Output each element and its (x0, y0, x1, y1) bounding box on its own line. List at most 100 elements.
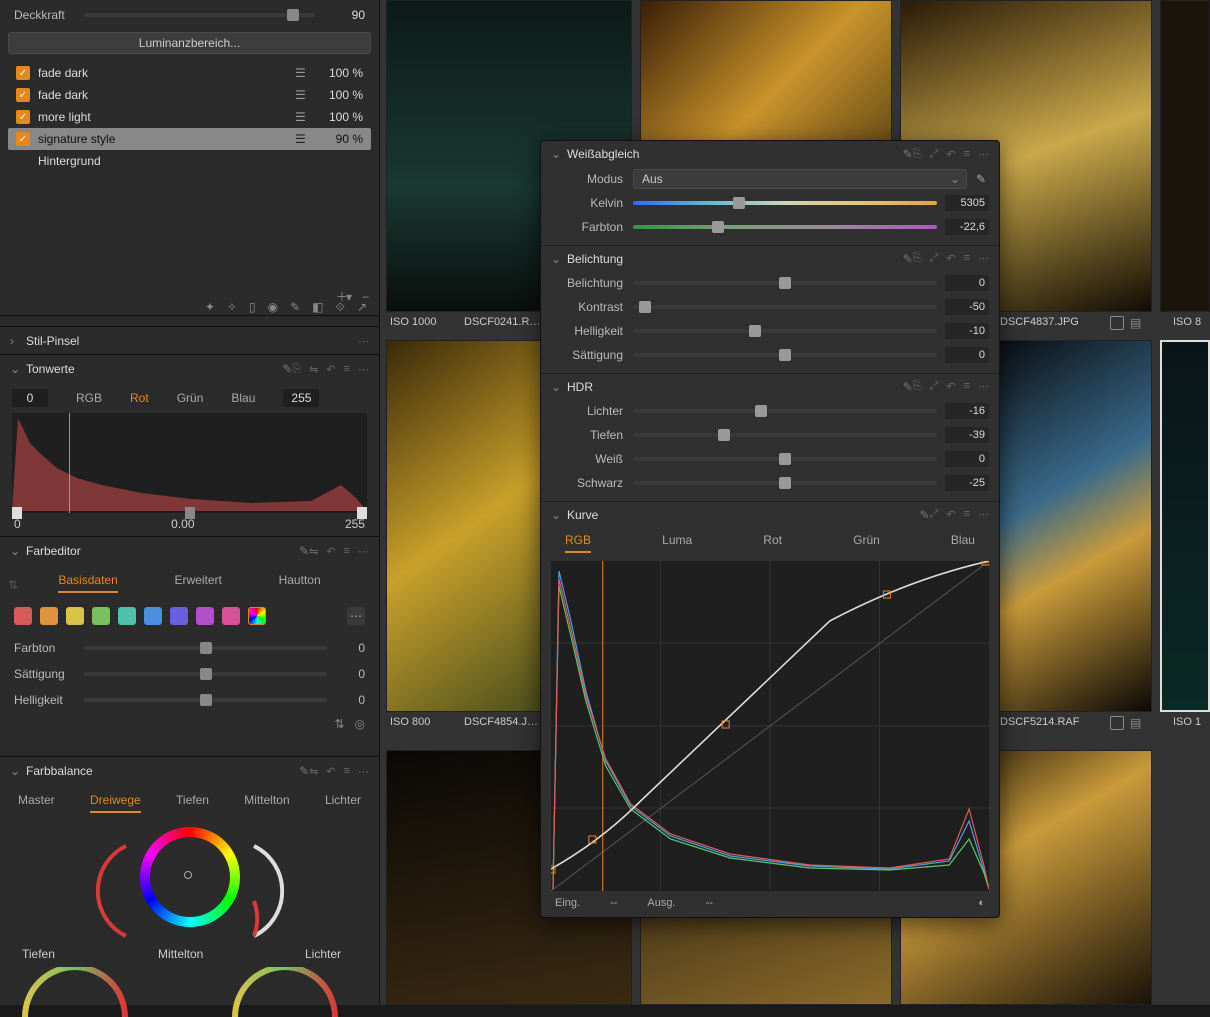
mode-select[interactable]: Aus (633, 169, 967, 189)
tab-erweitert[interactable]: Erweitert (175, 573, 222, 593)
thumbnail[interactable] (1160, 0, 1210, 312)
levels-mid[interactable]: 0.00 (171, 517, 194, 531)
tab-rot[interactable]: Rot (130, 391, 149, 405)
section-header[interactable]: ⌄ Weißabgleich ✎ ⎘ ⤢ ↶ ≡ ⋯ (541, 141, 999, 167)
tab-dreiwege[interactable]: Dreiwege (90, 793, 141, 813)
tab-tiefen[interactable]: Tiefen (176, 793, 209, 813)
reset-icon[interactable]: ↶ (326, 363, 335, 376)
thumbnail[interactable] (1160, 340, 1210, 712)
slider-value[interactable]: -39 (945, 427, 989, 443)
curve-picker-icon[interactable]: ◐ (978, 897, 985, 909)
reset-icon[interactable]: ↶ (946, 380, 955, 393)
panel-header[interactable]: ⌄ Farbbalance ✎ ⇋ ↶ ≡ ⋯ (0, 757, 379, 785)
kelvin-value[interactable]: 5305 (945, 195, 989, 211)
lichter-wheel-partial[interactable] (230, 967, 340, 1017)
reset-icon[interactable]: ↶ (946, 508, 955, 521)
slider-track[interactable] (633, 329, 937, 333)
background-layer[interactable]: Hintergrund (8, 150, 371, 172)
luminance-range-button[interactable]: Luminanzbereich... (8, 32, 371, 54)
menu-icon[interactable]: ⋯ (358, 545, 369, 558)
menu-icon[interactable]: ⋯ (358, 765, 369, 778)
tab-mittelton[interactable]: Mittelton (244, 793, 289, 813)
slider-value[interactable]: -16 (945, 403, 989, 419)
reset-icon[interactable]: ↶ (946, 148, 955, 161)
slider-value[interactable]: -25 (945, 475, 989, 491)
tab-blau[interactable]: Blau (231, 391, 255, 405)
stack-icon[interactable]: ▤ (1130, 316, 1141, 330)
menu-icon[interactable]: ⋯ (978, 380, 989, 393)
preset-icon[interactable]: ≡ (344, 363, 350, 376)
slider-value[interactable]: 0 (335, 693, 365, 707)
menu-icon[interactable]: ⋯ (978, 252, 989, 265)
tiefen-wheel-partial[interactable] (20, 967, 130, 1017)
expand-icon[interactable]: ⤢ (930, 508, 939, 521)
thumbnail[interactable] (998, 340, 1152, 712)
preset-icon[interactable]: ≡ (964, 508, 970, 521)
auto-icon[interactable]: ✎ (903, 147, 913, 161)
slider-track[interactable] (84, 698, 327, 702)
kelvin-slider[interactable] (633, 201, 937, 205)
slider-track[interactable] (84, 672, 327, 676)
menu-icon[interactable]: ⋯ (978, 148, 989, 161)
sliders-icon[interactable]: ☰ (295, 66, 311, 80)
slider-track[interactable] (633, 409, 937, 413)
slider-track[interactable] (633, 457, 937, 461)
levels-low[interactable]: 0 (14, 517, 21, 531)
copy-icon[interactable]: ⎘ (292, 363, 301, 376)
expand-icon[interactable]: ⤢ (930, 148, 939, 161)
tint-value[interactable]: -22,6 (945, 219, 989, 235)
sliders-icon[interactable]: ☰ (295, 110, 311, 124)
auto-icon[interactable]: ✎ (299, 544, 309, 558)
slider-track[interactable] (633, 281, 937, 285)
section-header[interactable]: ⌄ HDR ✎ ⎘ ⤢ ↶ ≡ ⋯ (541, 373, 999, 399)
wand-icon[interactable]: ✦ (205, 300, 215, 326)
swatch-magenta[interactable] (196, 607, 214, 625)
magic-erase-icon[interactable]: ⟐ (335, 300, 344, 326)
target-icon[interactable]: ◎ (355, 717, 365, 731)
swatch-green[interactable] (92, 607, 110, 625)
slider-value[interactable]: 0 (945, 347, 989, 363)
preset-icon[interactable]: ≡ (964, 380, 970, 393)
reset-icon[interactable]: ↶ (326, 765, 335, 778)
auto-icon[interactable]: ✎ (903, 252, 913, 266)
sliders-icon[interactable]: ☰ (295, 88, 311, 102)
tab-master[interactable]: Master (18, 793, 55, 813)
paste-icon[interactable]: ⇋ (309, 545, 318, 558)
radial-icon[interactable]: ◉ (268, 300, 278, 326)
tab-blau[interactable]: Blau (951, 533, 975, 553)
tab-luma[interactable]: Luma (662, 533, 692, 553)
stack-icon[interactable]: ▤ (1130, 716, 1141, 730)
menu-icon[interactable]: ⋯ (358, 335, 369, 348)
erase-icon[interactable]: ◧ (312, 300, 323, 326)
auto-icon[interactable]: ✎ (919, 508, 929, 522)
line-icon[interactable]: ↗ (357, 300, 367, 326)
autowand-icon[interactable]: ✧ (227, 300, 237, 326)
tab-lichter[interactable]: Lichter (325, 793, 361, 813)
select-checkbox[interactable] (1110, 316, 1124, 330)
slider-value[interactable]: -50 (945, 299, 989, 315)
menu-icon[interactable]: ⋯ (978, 508, 989, 521)
layer-row[interactable]: ✓ signature style ☰ 90 % (8, 128, 371, 150)
tab-hautton[interactable]: Hautton (279, 573, 321, 593)
swatch-cyan[interactable] (118, 607, 136, 625)
tab-basisdaten[interactable]: Basisdaten (58, 573, 117, 593)
swatch-blue[interactable] (144, 607, 162, 625)
layer-checkbox-icon[interactable]: ✓ (16, 88, 30, 102)
slider-track[interactable] (633, 481, 937, 485)
slider-value[interactable]: 0 (335, 641, 365, 655)
lichter-arc[interactable] (244, 841, 284, 941)
eyedropper-icon[interactable]: ✎ (973, 172, 989, 186)
menu-icon[interactable]: ⋯ (358, 363, 369, 376)
layer-row[interactable]: ✓ fade dark ☰ 100 % (8, 84, 371, 106)
swatch-yellow[interactable] (66, 607, 84, 625)
slider-value[interactable]: 0 (945, 275, 989, 291)
panel-header[interactable]: ⌄ Farbeditor ✎ ⇋ ↶ ≡ ⋯ (0, 537, 379, 565)
slider-track[interactable] (84, 646, 327, 650)
slider-track[interactable] (633, 433, 937, 437)
layer-row[interactable]: ✓ fade dark ☰ 100 % (8, 62, 371, 84)
slider-value[interactable]: 0 (945, 451, 989, 467)
sliders-icon[interactable]: ☰ (295, 132, 311, 146)
slider-track[interactable] (633, 305, 937, 309)
swatch-rainbow[interactable] (248, 607, 266, 625)
brush-icon[interactable]: ✎ (290, 300, 300, 326)
